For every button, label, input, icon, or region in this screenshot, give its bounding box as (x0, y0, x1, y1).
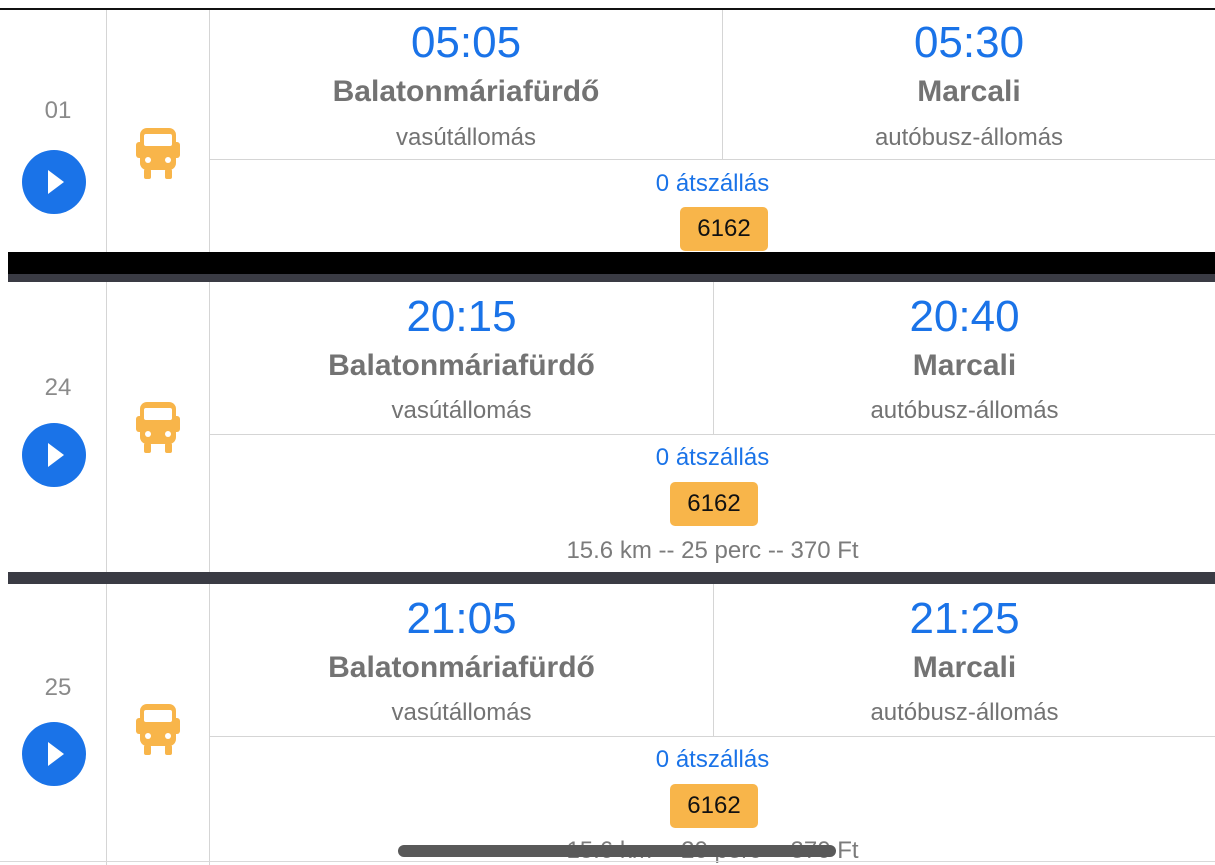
play-button[interactable] (22, 722, 86, 786)
departure-time: 20:15 (406, 292, 517, 341)
route-row-3[interactable]: 25 21:05 Balatonmáriafürdő vasútállomás … (0, 584, 1215, 865)
departure-station: Balatonmáriafürdő (328, 349, 595, 382)
departure-time: 05:05 (410, 18, 522, 67)
departure-station: Balatonmáriafürdő (332, 75, 600, 108)
departure-stop: vasútállomás (391, 699, 532, 726)
trip-info: 15.6 km -- 25 perc -- 370 Ft (566, 537, 859, 564)
divider (106, 584, 107, 865)
departure-stop: vasútállomás (395, 124, 537, 151)
arrival-station: Marcali (912, 651, 1017, 684)
divider (210, 434, 1215, 435)
line-badge[interactable]: 6162 (670, 482, 758, 526)
arrival-time: 21:25 (909, 594, 1020, 643)
transfer-count: 0 átszállás (655, 746, 770, 773)
home-indicator[interactable] (398, 845, 836, 857)
departure-time: 21:05 (406, 594, 517, 643)
divider (210, 736, 1215, 737)
route-index: 01 (44, 97, 72, 124)
play-button[interactable] (22, 423, 86, 487)
route-index: 25 (44, 674, 72, 701)
arrival-stop: autóbusz-állomás (870, 397, 1059, 424)
arrival-stop: autóbusz-állomás (874, 124, 1064, 151)
arrival-stop: autóbusz-állomás (870, 699, 1059, 726)
divider (106, 282, 107, 572)
route-row-2[interactable]: 24 20:15 Balatonmáriafürdő vasútállomás … (0, 282, 1215, 572)
route-index: 24 (44, 374, 72, 401)
departure-station: Balatonmáriafürdő (328, 651, 595, 684)
route-row-1[interactable]: 01 05:05 Balatonmáriafürdő vasútállomás … (0, 10, 1215, 252)
transfer-count: 0 átszállás (655, 170, 770, 197)
bottom-rule (0, 861, 1215, 862)
arrival-station: Marcali (917, 75, 1021, 108)
arrival-time: 05:30 (913, 18, 1025, 67)
line-badge[interactable]: 6162 (670, 784, 758, 828)
row-separator (8, 572, 1215, 584)
bus-icon (136, 128, 180, 179)
divider (106, 10, 107, 252)
bus-icon (136, 704, 180, 755)
divider (210, 159, 1215, 160)
line-badge[interactable]: 6162 (680, 207, 768, 251)
transfer-count: 0 átszállás (655, 444, 770, 471)
departure-stop: vasútállomás (391, 397, 532, 424)
bus-icon (136, 402, 180, 453)
arrival-station: Marcali (912, 349, 1017, 382)
arrival-time: 20:40 (909, 292, 1020, 341)
play-button[interactable] (22, 150, 86, 214)
row-separator (8, 274, 1215, 282)
row-separator (8, 252, 1215, 274)
